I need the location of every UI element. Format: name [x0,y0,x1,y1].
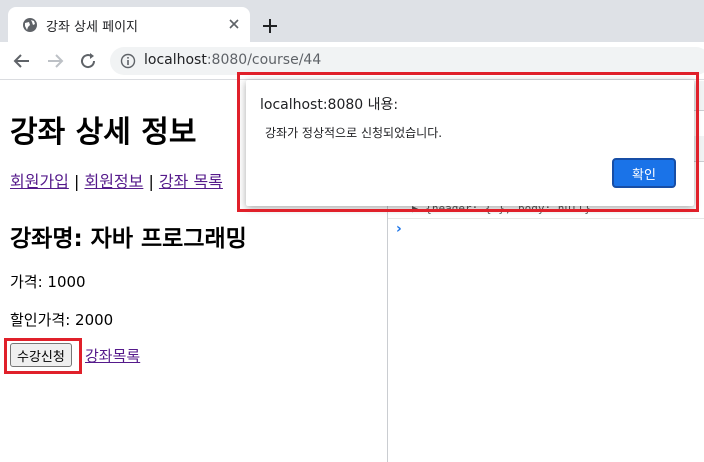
course-list-nav-link[interactable]: 강좌 목록 [159,172,223,191]
url-path: :8080/course/44 [206,52,322,68]
tab-title: 강좌 상세 페이지 [46,20,138,35]
nav-links: 회원가입 | 회원정보 | 강좌 목록 [10,168,223,192]
url-text: localhost:8080/course/44 [144,52,321,68]
signup-link[interactable]: 회원가입 [10,172,69,191]
info-icon[interactable] [120,53,136,69]
console-divider [388,218,704,219]
course-discount-price: 할인가격: 2000 [10,311,114,329]
new-tab-plus-icon[interactable] [260,16,280,36]
tab-strip: 강좌 상세 페이지 [0,0,704,42]
forward-arrow-icon[interactable] [45,51,65,71]
reload-icon[interactable] [78,51,98,71]
back-arrow-icon[interactable] [12,51,32,71]
url-host: localhost [144,52,207,68]
member-info-link[interactable]: 회원정보 [84,172,143,191]
browser-tab[interactable]: 강좌 상세 페이지 [8,7,250,42]
dialog-highlight [237,72,699,212]
course-list-link[interactable]: 강좌목록 [85,345,140,366]
close-icon[interactable] [226,16,242,32]
enroll-button-highlight [4,338,82,374]
nav-separator: | [73,172,80,191]
course-price: 가격: 1000 [10,273,86,291]
globe-icon [23,18,37,32]
course-name: 강좌명: 자바 프로그래밍 [10,226,247,252]
page-title: 강좌 상세 정보 [10,115,197,150]
address-bar[interactable]: localhost:8080/course/44 [110,47,704,75]
console-prompt[interactable]: › [396,221,402,237]
nav-separator: | [148,172,154,191]
